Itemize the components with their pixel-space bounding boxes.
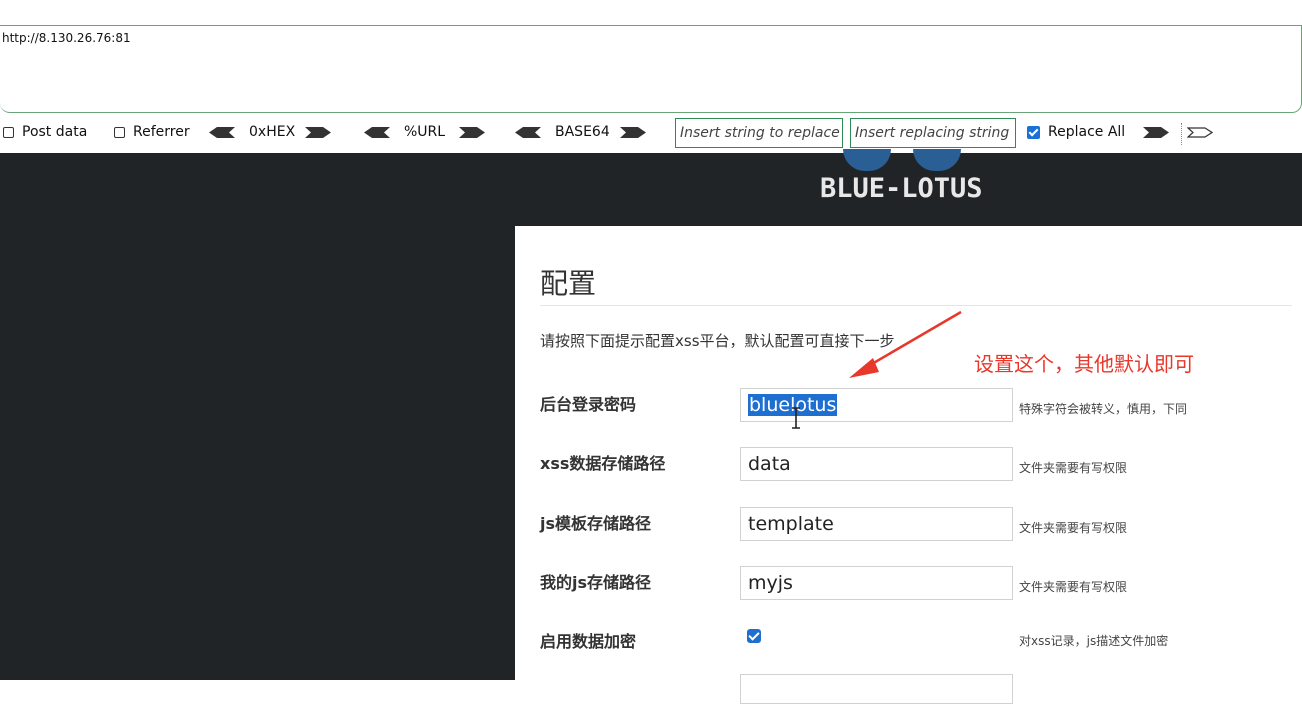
js-template-path-hint: 文件夹需要有写权限: [1019, 521, 1128, 535]
text-cursor-icon: [792, 407, 800, 429]
password-label: 后台登录密码: [540, 395, 637, 414]
js-template-path-value: template: [748, 513, 834, 535]
base64-label: BASE64: [555, 124, 610, 140]
page-title: 配置: [540, 267, 597, 300]
referrer-toggle[interactable]: Referrer: [114, 124, 190, 140]
next-field-input[interactable]: [740, 674, 1013, 704]
replace-run-arrow-icon[interactable]: [1143, 127, 1169, 138]
my-js-path-input[interactable]: myjs: [740, 566, 1013, 600]
intro-text: 请按照下面提示配置xss平台，默认配置可直接下一步: [540, 332, 895, 350]
blue-lotus-logo: BLUE-LOTUS: [820, 173, 983, 204]
base64-encode-arrow-icon[interactable]: [620, 127, 646, 138]
url-textarea[interactable]: http://8.130.26.76:81: [0, 25, 1302, 113]
my-js-path-hint: 文件夹需要有写权限: [1019, 580, 1128, 594]
encryption-checkbox[interactable]: [747, 629, 761, 643]
my-js-path-label: 我的js存储路径: [540, 573, 652, 592]
more-arrow-icon[interactable]: [1187, 127, 1213, 138]
url-decode-arrow-icon[interactable]: [364, 127, 390, 138]
post-data-checkbox[interactable]: [3, 126, 14, 138]
replace-to-input[interactable]: Insert replacing string: [850, 118, 1016, 148]
replace-all-toggle[interactable]: Replace All: [1027, 124, 1125, 140]
password-hint: 特殊字符会被转义，慎用，下同: [1019, 402, 1188, 416]
replace-all-checkbox[interactable]: [1027, 125, 1040, 139]
url-text: http://8.130.26.76:81: [2, 31, 131, 45]
hex-decode-arrow-icon[interactable]: [209, 127, 235, 138]
hackbar-toolbar: Post data Referrer 0xHEX %URL BASE64 Ins…: [0, 115, 1302, 153]
password-input[interactable]: bluelotus: [740, 388, 1013, 422]
js-template-path-label: js模板存储路径: [540, 514, 652, 533]
annotation-text: 设置这个，其他默认即可: [974, 352, 1194, 376]
replace-all-label: Replace All: [1048, 124, 1126, 140]
hex-label: 0xHEX: [249, 124, 296, 140]
config-card: 配置 请按照下面提示配置xss平台，默认配置可直接下一步 设置这个，其他默认即可…: [515, 226, 1302, 704]
title-divider: [540, 305, 1292, 306]
lotus-petal-right-icon: [913, 149, 961, 171]
referrer-label: Referrer: [133, 124, 190, 140]
post-data-toggle[interactable]: Post data: [3, 124, 87, 140]
encryption-label: 启用数据加密: [540, 632, 637, 651]
js-template-path-input[interactable]: template: [740, 507, 1013, 541]
lotus-petal-left-icon: [843, 149, 891, 171]
replace-from-input[interactable]: Insert string to replace: [675, 118, 843, 148]
encryption-hint: 对xss记录，js描述文件加密: [1019, 634, 1169, 648]
hex-encode-arrow-icon[interactable]: [305, 127, 331, 138]
my-js-path-value: myjs: [748, 572, 793, 594]
url-encode-arrow-icon[interactable]: [459, 127, 485, 138]
referrer-checkbox[interactable]: [114, 126, 125, 138]
xss-data-path-value: data: [748, 453, 791, 475]
xss-data-path-hint: 文件夹需要有写权限: [1019, 461, 1128, 475]
toolbar-divider: [1181, 123, 1182, 145]
post-data-label: Post data: [22, 124, 88, 140]
annotation-arrow-icon: [849, 310, 962, 378]
base64-decode-arrow-icon[interactable]: [515, 127, 541, 138]
xss-data-path-input[interactable]: data: [740, 447, 1013, 481]
xss-data-path-label: xss数据存储路径: [540, 454, 666, 473]
url-label: %URL: [404, 124, 446, 140]
